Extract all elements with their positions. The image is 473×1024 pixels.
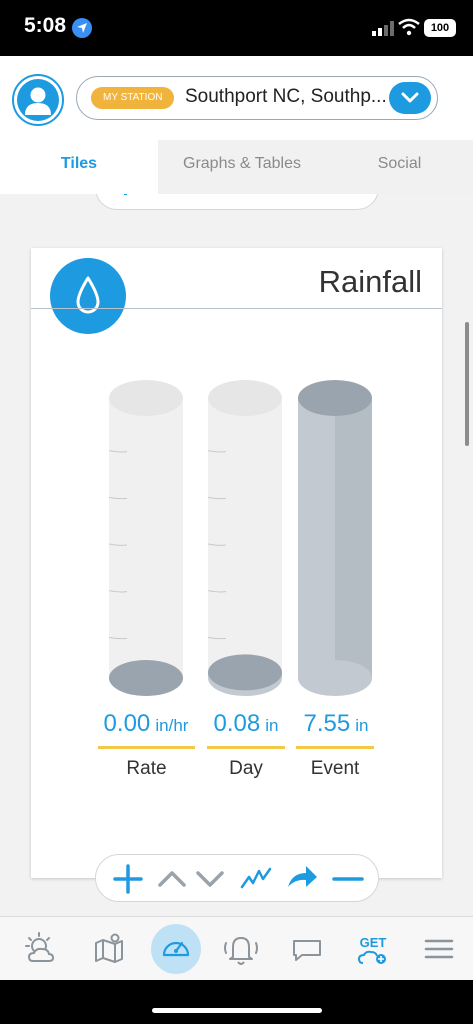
rainfall-gauges [108,380,372,696]
rate-cylinder-body [109,398,183,678]
event-underline [296,746,374,749]
rate-value-group: 0.00 in/hr [93,710,199,738]
trend-line-icon[interactable] [236,855,276,903]
cellular-signal-icon [372,21,394,36]
tab-tiles[interactable]: Tiles [0,140,158,194]
plus-icon-partial[interactable] [124,194,127,195]
event-liquid-shade [335,398,372,678]
get-label: GET [360,935,387,950]
my-station-badge: MY STATION [91,87,175,109]
rate-liquid-surface [109,660,183,696]
tab-social[interactable]: Social [326,140,473,194]
wifi-icon [398,18,420,36]
chat-icon [293,940,321,961]
day-unit: in [265,716,279,735]
nav-map[interactable] [84,917,134,981]
raindrop-icon [50,258,126,334]
menu-icon [424,939,454,959]
rate-unit: in/hr [155,716,189,735]
share-arrow-icon[interactable] [282,855,322,903]
rainfall-tile: Rainfall 0.00 in/hr 0.08 in 7.55 in Rate… [31,248,442,878]
location-arrow-icon [72,18,92,38]
day-label: Day [229,758,263,779]
minus-icon[interactable] [328,855,368,903]
rate-label: Rate [126,758,167,779]
user-icon [17,79,59,121]
chevron-down-icon[interactable] [190,855,230,903]
day-liquid-surface [208,654,282,691]
event-value: 7.55 [303,710,351,737]
plus-icon[interactable] [108,855,148,903]
alerts-icon [224,937,258,965]
weather-icon [25,932,55,962]
nav-dashboard[interactable] [151,917,201,981]
station-selector[interactable]: MY STATION Southport NC, Southp... [76,76,438,120]
nav-menu[interactable] [414,917,464,981]
profile-avatar[interactable] [12,74,64,126]
bottom-navigation: GET [0,916,473,980]
previous-tile-controls [95,194,379,210]
rate-cylinder-top [109,380,183,416]
status-time: 5:08 [24,14,67,37]
tile-title: Rainfall [318,264,422,299]
scrollbar[interactable] [465,322,469,446]
event-value-group: 7.55 in [291,710,381,738]
day-cylinder-body [208,398,282,678]
nav-alerts[interactable] [216,917,266,981]
rate-underline [98,746,195,749]
day-value-group: 0.08 in [201,710,291,738]
chevron-down-icon [401,92,419,103]
chevron-up-icon[interactable] [152,855,192,903]
rate-value: 0.00 [103,710,151,737]
day-underline [207,746,285,749]
battery-indicator: 100 [424,19,456,37]
day-value: 0.08 [213,710,261,737]
dashboard-icon [162,941,190,957]
home-indicator[interactable] [152,1008,322,1013]
event-unit: in [355,716,369,735]
station-name: Southport NC, Southp... [185,86,385,107]
app-header: MY STATION Southport NC, Southp... [0,56,473,140]
event-liquid-bottom [298,660,372,696]
get-icon: GET [357,935,387,964]
tiles-content[interactable]: Rainfall 0.00 in/hr 0.08 in 7.55 in Rate… [0,194,473,916]
nav-weather[interactable] [17,917,67,981]
map-icon [95,933,123,963]
tile-controls [95,854,379,902]
tab-graphs-tables[interactable]: Graphs & Tables [158,140,326,194]
event-liquid-surface [298,380,372,416]
nav-get[interactable]: GET [348,917,398,981]
station-dropdown-button[interactable] [389,82,431,114]
home-indicator-area [0,980,473,1024]
tile-divider [31,308,442,309]
status-bar: 5:08 100 [0,0,473,56]
day-cylinder-top [208,380,282,416]
view-tabs: Tiles Graphs & Tables Social [0,140,473,194]
event-label: Event [310,758,360,779]
nav-chat[interactable] [282,917,332,981]
